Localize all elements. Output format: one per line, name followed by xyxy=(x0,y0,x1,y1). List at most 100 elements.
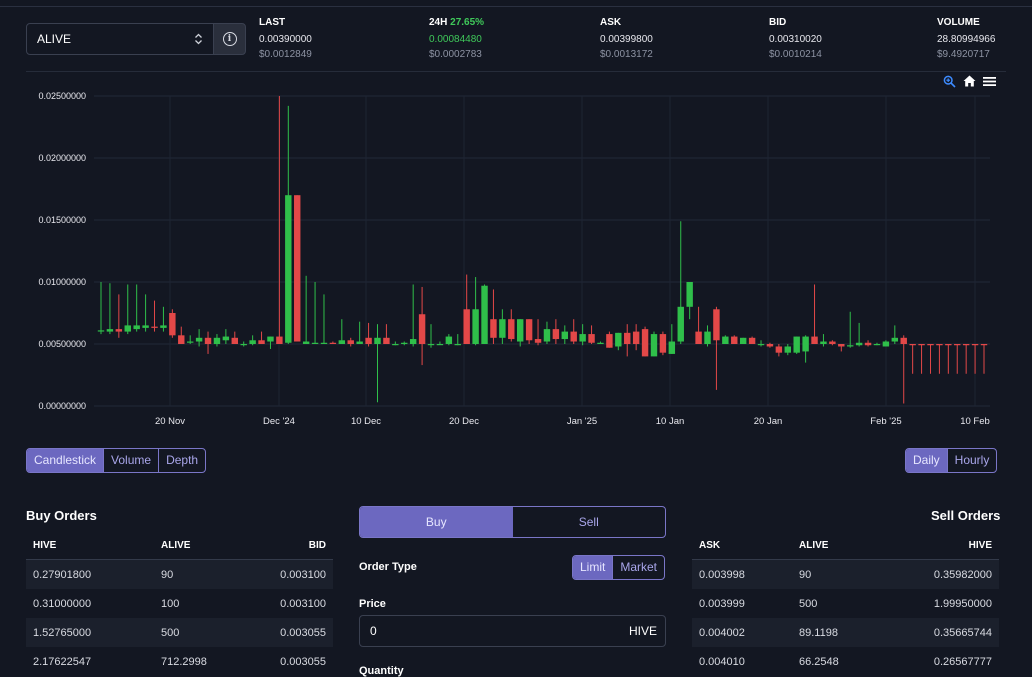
candle-body xyxy=(142,325,149,328)
candle-body xyxy=(222,336,230,341)
table-row[interactable]: 0.31000000 100 0.003100 xyxy=(26,589,333,618)
candle-body xyxy=(516,319,524,342)
candle-body xyxy=(418,314,426,344)
order-type-label: Order Type xyxy=(359,561,417,573)
candle-body xyxy=(784,346,791,353)
candle-body xyxy=(383,337,390,344)
candle-body xyxy=(525,319,533,341)
depth-button[interactable]: Depth xyxy=(159,449,205,472)
candle-body xyxy=(632,331,640,344)
sell-tab[interactable]: Sell xyxy=(513,507,666,537)
candle-body xyxy=(811,336,818,344)
table-row[interactable]: 2.17622547 712.2998 0.003055 xyxy=(26,647,333,676)
market-info-button[interactable]: i xyxy=(213,23,246,55)
hourly-button[interactable]: Hourly xyxy=(948,449,997,472)
candle-body xyxy=(320,342,328,344)
candle-body xyxy=(909,344,916,346)
price-label: Price xyxy=(359,598,386,610)
candle-body xyxy=(294,195,301,342)
daily-button[interactable]: Daily xyxy=(906,449,948,472)
y-tick-label: 0.02500000 xyxy=(38,91,86,101)
table-row[interactable]: 0.003998 90 0.35982000 xyxy=(692,560,999,589)
table-cell: 0.31000000 xyxy=(33,597,92,610)
candle-body xyxy=(115,329,123,332)
candle-body xyxy=(374,337,381,344)
limit-button[interactable]: Limit xyxy=(573,556,614,579)
price-field[interactable]: HIVE xyxy=(359,615,666,647)
candle-body xyxy=(900,337,907,344)
stat-last-label: LAST xyxy=(259,17,286,28)
stat-24h-label: 24H xyxy=(429,17,448,28)
candle-body xyxy=(570,331,577,342)
candle-body xyxy=(195,337,203,342)
home-icon[interactable] xyxy=(962,74,976,88)
candle-body xyxy=(775,346,783,353)
table-cell: 500 xyxy=(161,626,180,639)
column-header: HIVE xyxy=(33,540,57,551)
table-row[interactable]: 1.52765000 500 0.003055 xyxy=(26,618,333,647)
candle-body xyxy=(945,344,952,346)
order-type-toggle: Limit Market xyxy=(572,555,666,580)
table-cell: 0.004010 xyxy=(699,655,745,668)
market-button[interactable]: Market xyxy=(613,556,664,579)
candle-body xyxy=(365,337,372,344)
table-row[interactable]: 0.27901800 90 0.003100 xyxy=(26,560,333,589)
candle-body xyxy=(97,330,105,332)
stat-24h-value: 0.00084480 xyxy=(429,34,482,45)
x-tick-label: 20 Nov xyxy=(155,416,185,427)
table-row[interactable]: 0.004002 89.1198 0.35665744 xyxy=(692,618,999,647)
candle-body xyxy=(231,337,238,344)
candle-body xyxy=(454,344,461,346)
stat-ask-usd: $0.0013172 xyxy=(600,49,653,60)
stat-ask: ASK 0.00399800 $0.0013172 xyxy=(600,17,653,60)
candle-body xyxy=(481,285,488,344)
stat-bid-value: 0.00310020 xyxy=(769,34,822,45)
candle-body xyxy=(624,332,631,344)
candle-body xyxy=(606,334,613,348)
candle-body xyxy=(668,341,676,354)
chart-toolbar xyxy=(942,74,996,88)
candle-body xyxy=(873,344,881,346)
candle-body xyxy=(739,337,747,344)
candle-body xyxy=(748,337,756,344)
table-cell: 2.17622547 xyxy=(33,655,92,668)
price-chart[interactable]: 0.02500000 0.02000000 0.01500000 0.01000000… xyxy=(0,72,1032,434)
buy-orders-table: HIVE ALIVE BID 0.27901800 90 0.003100 0.310… xyxy=(26,532,333,676)
table-row[interactable]: 0.004010 66.2548 0.26567777 xyxy=(692,647,999,676)
candle-body xyxy=(650,334,658,357)
candlestick-button[interactable]: Candlestick xyxy=(27,449,105,472)
stat-bid: BID 0.00310020 $0.0010214 xyxy=(769,17,822,60)
x-tick-label: 10 Jan xyxy=(656,416,685,427)
candle-body xyxy=(855,342,863,346)
candle-body xyxy=(472,309,479,344)
candle-body xyxy=(757,344,765,346)
zoom-icon[interactable] xyxy=(942,74,956,88)
candle-body xyxy=(954,344,961,346)
table-cell: 0.27901800 xyxy=(33,568,92,581)
table-cell: 66.2548 xyxy=(799,655,839,668)
price-input[interactable] xyxy=(370,624,629,638)
table-cell: 0.003100 xyxy=(280,568,326,581)
candle-body xyxy=(285,195,292,343)
column-header: BID xyxy=(308,540,326,551)
candle-body xyxy=(588,334,595,343)
column-header: ALIVE xyxy=(161,540,191,551)
candle-body xyxy=(722,336,729,344)
candle-body xyxy=(347,340,354,344)
menu-icon[interactable] xyxy=(982,74,996,88)
candle-body xyxy=(980,344,988,346)
chart-type-toggle: Candlestick Volume Depth xyxy=(26,448,207,473)
candle-body xyxy=(186,341,194,343)
table-cell: 0.26567777 xyxy=(933,655,992,668)
candle-body xyxy=(704,331,711,344)
volume-button[interactable]: Volume xyxy=(104,449,160,472)
table-row[interactable]: 0.003999 500 1.99950000 xyxy=(692,589,999,618)
sell-orders-table: ASK ALIVE HIVE 0.003998 90 0.35982000 0.003… xyxy=(692,532,999,676)
candle-body xyxy=(695,331,702,344)
candle-body xyxy=(766,344,774,347)
top-divider xyxy=(0,6,1032,7)
buy-tab[interactable]: Buy xyxy=(360,507,513,537)
candle-body xyxy=(597,342,604,344)
candle-body xyxy=(499,319,506,338)
market-select[interactable]: ALIVE xyxy=(26,23,214,55)
